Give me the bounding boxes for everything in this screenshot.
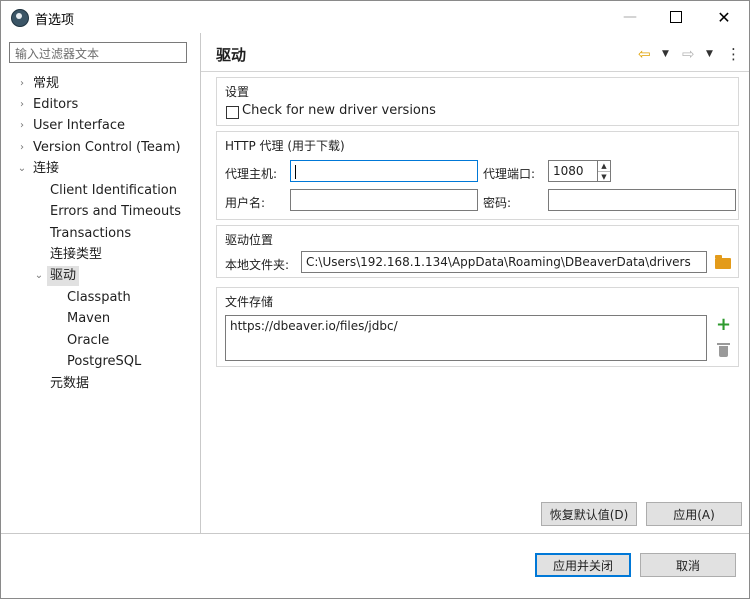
- collapse-arrow-icon[interactable]: ⌄: [32, 266, 46, 286]
- dbeaver-app-icon: [11, 9, 29, 27]
- check-new-versions-label[interactable]: Check for new driver versions: [242, 103, 436, 118]
- tree-item-label: Editors: [33, 97, 79, 112]
- group-title: 设置: [225, 85, 250, 99]
- collapse-arrow-icon[interactable]: ⌄: [15, 159, 29, 179]
- tree-item-transactions[interactable]: Transactions: [50, 224, 131, 244]
- preferences-window: 首选项 — ✕ 输入过滤器文本 › 常规 › Editors › User In…: [0, 0, 750, 599]
- tree-item-metadata[interactable]: 元数据: [50, 374, 89, 394]
- close-button[interactable]: ✕: [701, 1, 747, 33]
- proxy-port-input[interactable]: 1080: [548, 160, 598, 182]
- driver-location-group: 驱动位置 本地文件夹: C:\Users\192.168.1.134\AppDa…: [216, 225, 739, 278]
- tree-item-errors-timeouts[interactable]: Errors and Timeouts: [50, 202, 181, 222]
- menu-icon[interactable]: ⋮: [726, 45, 741, 63]
- tree-item-connection-types[interactable]: 连接类型: [50, 245, 102, 265]
- minimize-button[interactable]: —: [607, 1, 653, 33]
- local-folder-input[interactable]: C:\Users\192.168.1.134\AppData\Roaming\D…: [301, 251, 707, 273]
- footer-divider: [1, 533, 749, 534]
- maximize-button[interactable]: [653, 1, 699, 33]
- tree-item-label: Version Control (Team): [33, 140, 181, 155]
- proxy-password-input[interactable]: [548, 189, 736, 211]
- check-new-versions-checkbox[interactable]: [226, 106, 239, 119]
- group-title: 驱动位置: [225, 233, 274, 247]
- proxy-user-input[interactable]: [290, 189, 478, 211]
- proxy-port-label: 代理端口:: [483, 167, 536, 181]
- group-title: HTTP 代理 (用于下载): [225, 139, 345, 153]
- tree-item-label: 连接: [33, 161, 60, 176]
- window-title: 首选项: [35, 13, 75, 28]
- settings-group: 设置 Check for new driver versions: [216, 77, 739, 126]
- maximize-icon: [670, 11, 682, 23]
- local-folder-label: 本地文件夹:: [225, 258, 290, 272]
- apply-and-close-button[interactable]: 应用并关闭: [535, 553, 631, 577]
- apply-button[interactable]: 应用(A): [646, 502, 742, 526]
- text-caret: [295, 164, 296, 179]
- group-title: 文件存储: [225, 295, 274, 309]
- header-divider: [201, 71, 749, 72]
- tree-item-postgresql[interactable]: PostgreSQL: [67, 352, 141, 372]
- tree-item-label-selected: 驱动: [47, 266, 80, 286]
- http-proxy-group: HTTP 代理 (用于下载) 代理主机: 代理端口: 1080 ▲ ▼ 用户名:…: [216, 131, 739, 220]
- back-dropdown-icon[interactable]: ▼: [662, 49, 669, 59]
- tree-item-classpath[interactable]: Classpath: [67, 288, 131, 308]
- add-icon[interactable]: +: [716, 314, 731, 335]
- filter-input[interactable]: 输入过滤器文本: [9, 42, 187, 63]
- proxy-user-label: 用户名:: [225, 196, 266, 210]
- tree-item-maven[interactable]: Maven: [67, 309, 110, 329]
- preferences-sidebar: 输入过滤器文本 › 常规 › Editors › User Interface …: [1, 33, 201, 533]
- spin-down-icon[interactable]: ▼: [598, 172, 610, 182]
- tree-item-client-identification[interactable]: Client Identification: [50, 181, 177, 201]
- expand-arrow-icon[interactable]: ›: [15, 74, 29, 94]
- title-bar[interactable]: 首选项 — ✕: [1, 1, 749, 33]
- folder-icon[interactable]: [715, 255, 731, 269]
- tree-item-drivers[interactable]: ⌄ 驱动: [1, 266, 200, 286]
- proxy-host-label: 代理主机:: [225, 167, 278, 181]
- forward-arrow-icon[interactable]: ⇨: [682, 45, 695, 63]
- expand-arrow-icon[interactable]: ›: [15, 95, 29, 115]
- spin-up-icon[interactable]: ▲: [598, 161, 610, 172]
- preference-page: 驱动 ⇦ ▼ ⇨ ▼ ⋮ 设置 Check for new driver ver…: [201, 33, 749, 533]
- file-storage-group: 文件存储 https://dbeaver.io/files/jdbc/ +: [216, 287, 739, 367]
- expand-arrow-icon[interactable]: ›: [15, 138, 29, 158]
- proxy-password-label: 密码:: [483, 196, 512, 210]
- restore-defaults-button[interactable]: 恢复默认值(D): [541, 502, 637, 526]
- back-arrow-icon[interactable]: ⇦: [638, 45, 651, 63]
- cancel-button[interactable]: 取消: [640, 553, 736, 577]
- list-item[interactable]: https://dbeaver.io/files/jdbc/: [230, 319, 702, 333]
- file-storage-list[interactable]: https://dbeaver.io/files/jdbc/: [225, 315, 707, 361]
- tree-item-label: User Interface: [33, 118, 125, 133]
- proxy-host-input[interactable]: [290, 160, 478, 182]
- page-title: 驱动: [216, 46, 247, 64]
- expand-arrow-icon[interactable]: ›: [15, 116, 29, 136]
- proxy-port-spinner[interactable]: ▲ ▼: [597, 160, 611, 182]
- tree-item-label: 常规: [33, 76, 60, 91]
- trash-icon[interactable]: [717, 343, 730, 357]
- forward-dropdown-icon[interactable]: ▼: [706, 49, 713, 59]
- tree-item-oracle[interactable]: Oracle: [67, 331, 109, 351]
